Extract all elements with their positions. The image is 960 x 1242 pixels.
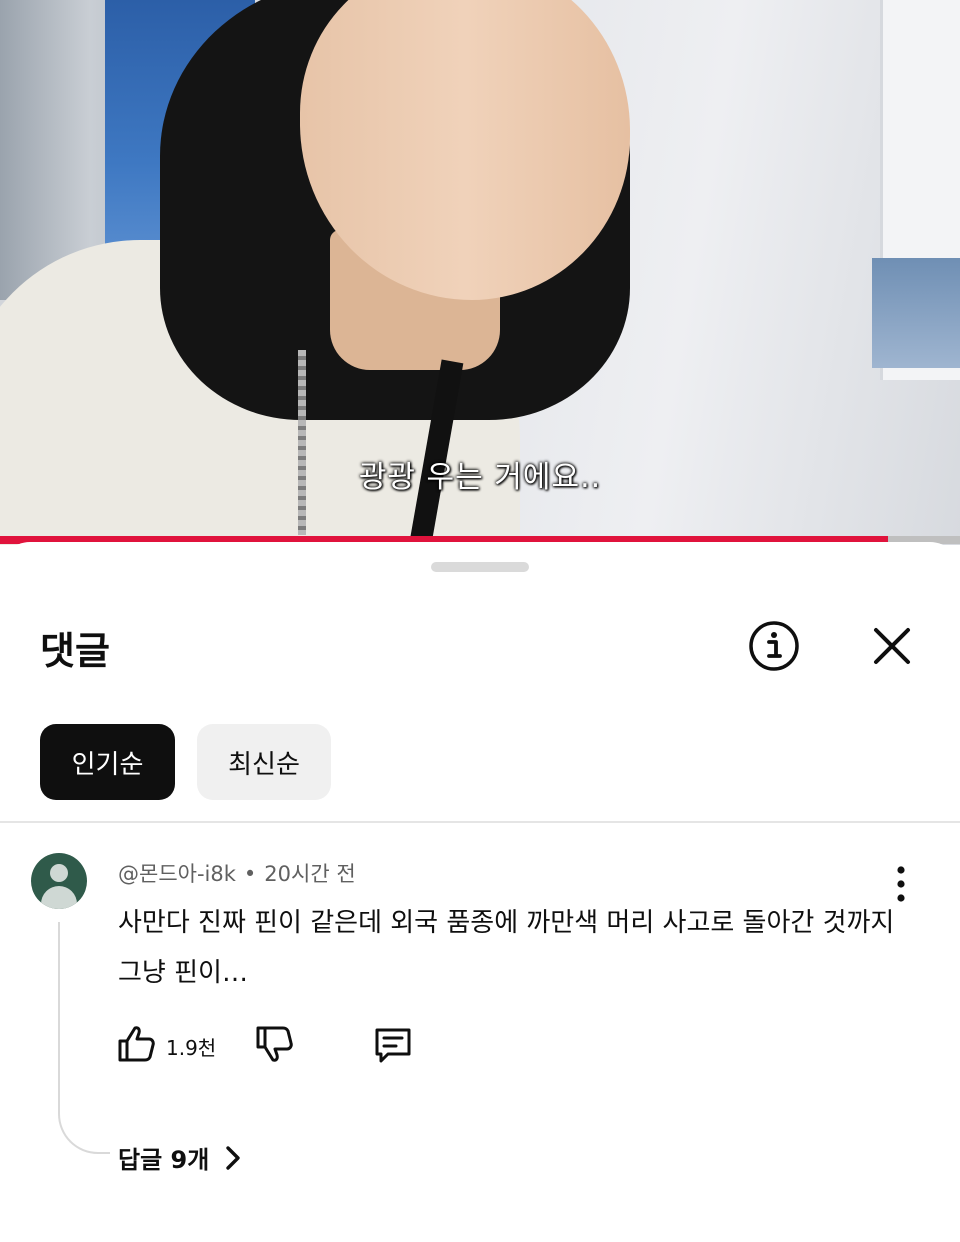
background-poster-panel <box>872 258 960 368</box>
thumbs-down-icon <box>256 1026 293 1062</box>
close-icon <box>874 628 910 664</box>
dislike-button[interactable] <box>254 1024 294 1064</box>
comment-meta: @몬드아-i8k • 20시간 전 <box>118 858 356 888</box>
comments-sheet: 댓글 인기순 최신순 @몬드아-i8k • 20시간 전 사만다 진짜 핀이 같은데… <box>0 542 960 1242</box>
comment-text: 사만다 진짜 핀이 같은데 외국 품종에 까만색 머리 사고로 돌아간 것까지 … <box>118 908 895 988</box>
view-replies-button[interactable]: 답글 9개 <box>118 1140 243 1175</box>
reply-button[interactable] <box>372 1024 414 1066</box>
close-button[interactable] <box>866 620 918 672</box>
meta-separator: • <box>243 862 257 886</box>
divider <box>0 821 960 823</box>
reply-comment-icon <box>375 1028 411 1063</box>
like-count: 1.9천 <box>166 1036 217 1060</box>
sheet-title: 댓글 <box>40 629 110 673</box>
comment-author[interactable]: @몬드아-i8k <box>118 862 236 886</box>
sort-chip-popular[interactable]: 인기순 <box>40 724 175 800</box>
chevron-right-icon <box>226 1145 240 1170</box>
like-button[interactable] <box>116 1024 156 1064</box>
comment-actions: 1.9천 <box>116 1020 436 1070</box>
comment-time: 20시간 전 <box>264 862 356 886</box>
sheet-drag-handle[interactable] <box>431 562 529 572</box>
video-subtitle: 광광 우는 거에요.. <box>358 460 602 495</box>
necklace-chain <box>298 350 306 535</box>
info-button[interactable] <box>748 620 800 672</box>
thread-line <box>58 922 110 1154</box>
sort-chip-newest[interactable]: 최신순 <box>197 724 331 800</box>
replies-label: 답글 9개 <box>118 1146 210 1174</box>
video-player[interactable]: 광광 우는 거에요.. <box>0 0 960 545</box>
info-circle-icon <box>749 621 799 671</box>
avatar[interactable] <box>31 853 87 909</box>
thumbs-up-icon <box>118 1026 155 1062</box>
